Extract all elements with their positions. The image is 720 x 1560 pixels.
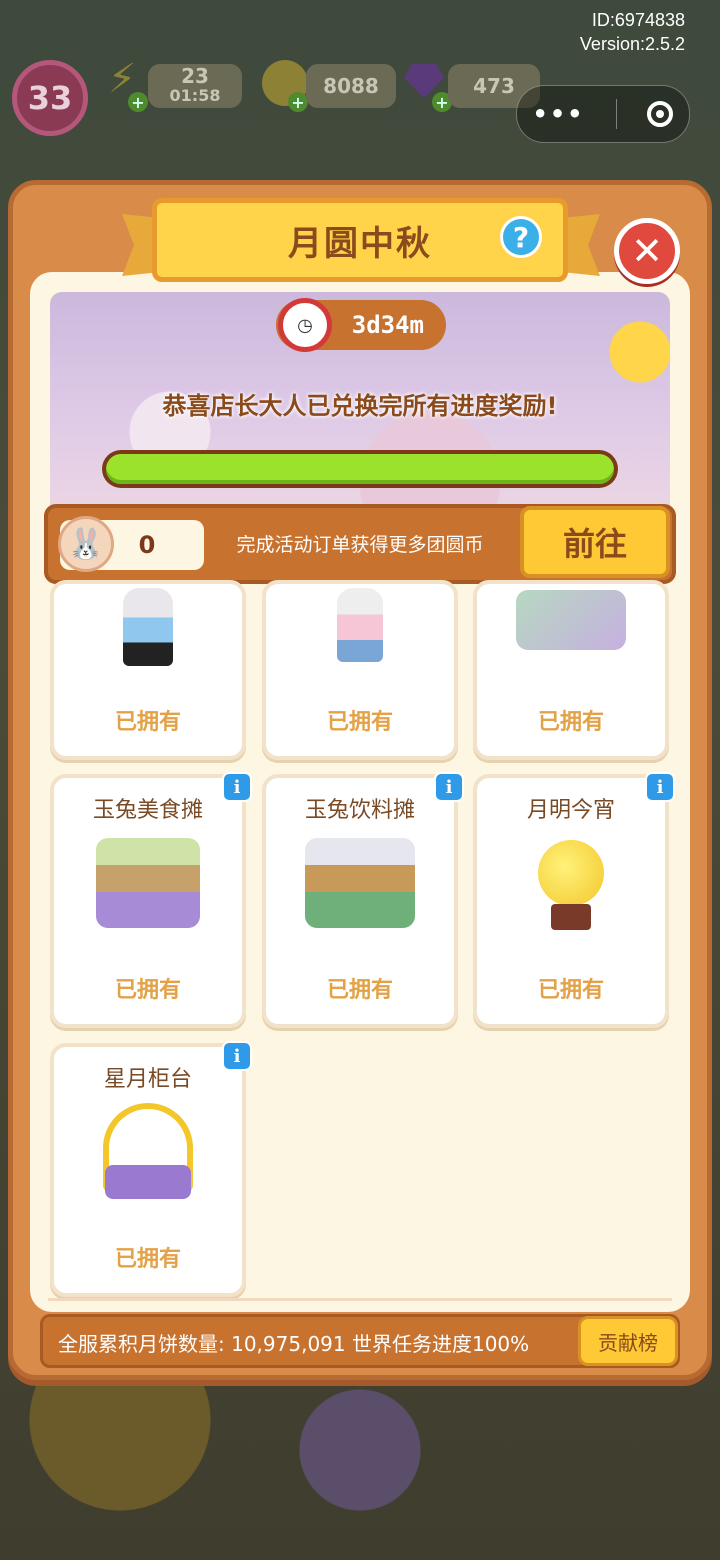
mooncake-total-label: 全服累积月饼数量: [58,1332,225,1356]
reward-card-5[interactable]: 玉兔饮料摊 已拥有 [262,774,458,1028]
build-info: ID:6974838 Version:2.5.2 [580,8,685,56]
energy-value: 23 [181,64,209,88]
moon-lamp-base [551,904,591,930]
info-icon[interactable]: i [434,772,464,802]
player-level-badge[interactable]: 33 [12,60,88,136]
star-moon-counter-art [105,1165,191,1199]
capsule-divider [615,99,617,129]
close-miniprogram-icon[interactable] [647,101,674,127]
reward-status: 已拥有 [326,710,393,735]
event-title: 月圆中秋 [288,223,432,264]
reward-card-1[interactable]: 已拥有 [50,580,246,760]
add-energy-button[interactable]: + [128,92,148,112]
decoration-stall-art [516,590,626,650]
info-icon[interactable]: i [222,1041,252,1071]
clock-icon: ◷ [278,298,332,352]
close-icon: ✕ [631,229,663,273]
reward-name: 月明今宵 [526,798,615,823]
app-version: Version:2.5.2 [579,34,685,54]
character-boy-art [337,588,383,662]
reward-status: 已拥有 [537,710,604,735]
coins-counter: 8088 [306,64,396,108]
bunny-coin-icon: 🐰 [58,516,114,572]
reward-status: 已拥有 [326,978,393,1003]
reward-status: 已拥有 [114,1247,181,1272]
reward-card-2[interactable]: 已拥有 [262,580,458,760]
reward-name: 玉兔美食摊 [92,798,203,823]
event-progress-bar [102,450,618,488]
reward-card-3[interactable]: 已拥有 [473,580,669,760]
more-options-icon[interactable]: ••• [532,100,584,128]
miniprogram-capsule: ••• [516,85,690,143]
info-icon[interactable]: i [222,772,252,802]
close-button[interactable]: ✕ [614,218,680,284]
world-task-progress: 世界任务进度100% [351,1332,530,1356]
jade-rabbit-drink-stall-art [305,838,415,928]
reward-card-6[interactable]: 月明今宵 已拥有 [473,774,669,1028]
progress-fill [106,454,614,484]
world-stats-text: 全服累积月饼数量: 10,975,091 世界任务进度100% [58,1328,529,1357]
coin-hint-text: 完成活动订单获得更多团圆币 [236,534,484,556]
completion-message: 恭喜店长大人已兑换完所有进度奖励! [162,392,558,420]
contribution-ranking-button[interactable]: 贡献榜 [578,1316,678,1366]
user-id: ID:6974838 [591,10,685,30]
reward-status: 已拥有 [114,710,181,735]
jade-rabbit-food-stall-art [96,838,200,928]
reward-card-4[interactable]: 玉兔美食摊 已拥有 [50,774,246,1028]
reward-status: 已拥有 [537,978,604,1003]
character-girl-art [123,588,173,666]
add-coins-button[interactable]: + [288,92,308,112]
help-button[interactable]: ? [500,216,542,258]
mooncake-total-value: 10,975,091 [231,1332,346,1356]
moon-lamp-art [538,840,604,906]
energy-timer: 01:58 [169,86,221,105]
reward-status: 已拥有 [114,978,181,1003]
reward-card-7[interactable]: 星月柜台 已拥有 [50,1043,246,1297]
go-button[interactable]: 前往 [520,506,670,578]
list-divider [48,1298,672,1301]
energy-counter: 23 01:58 [148,64,242,108]
reward-name: 星月柜台 [103,1067,192,1092]
reward-name: 玉兔饮料摊 [304,798,415,823]
info-icon[interactable]: i [645,772,675,802]
